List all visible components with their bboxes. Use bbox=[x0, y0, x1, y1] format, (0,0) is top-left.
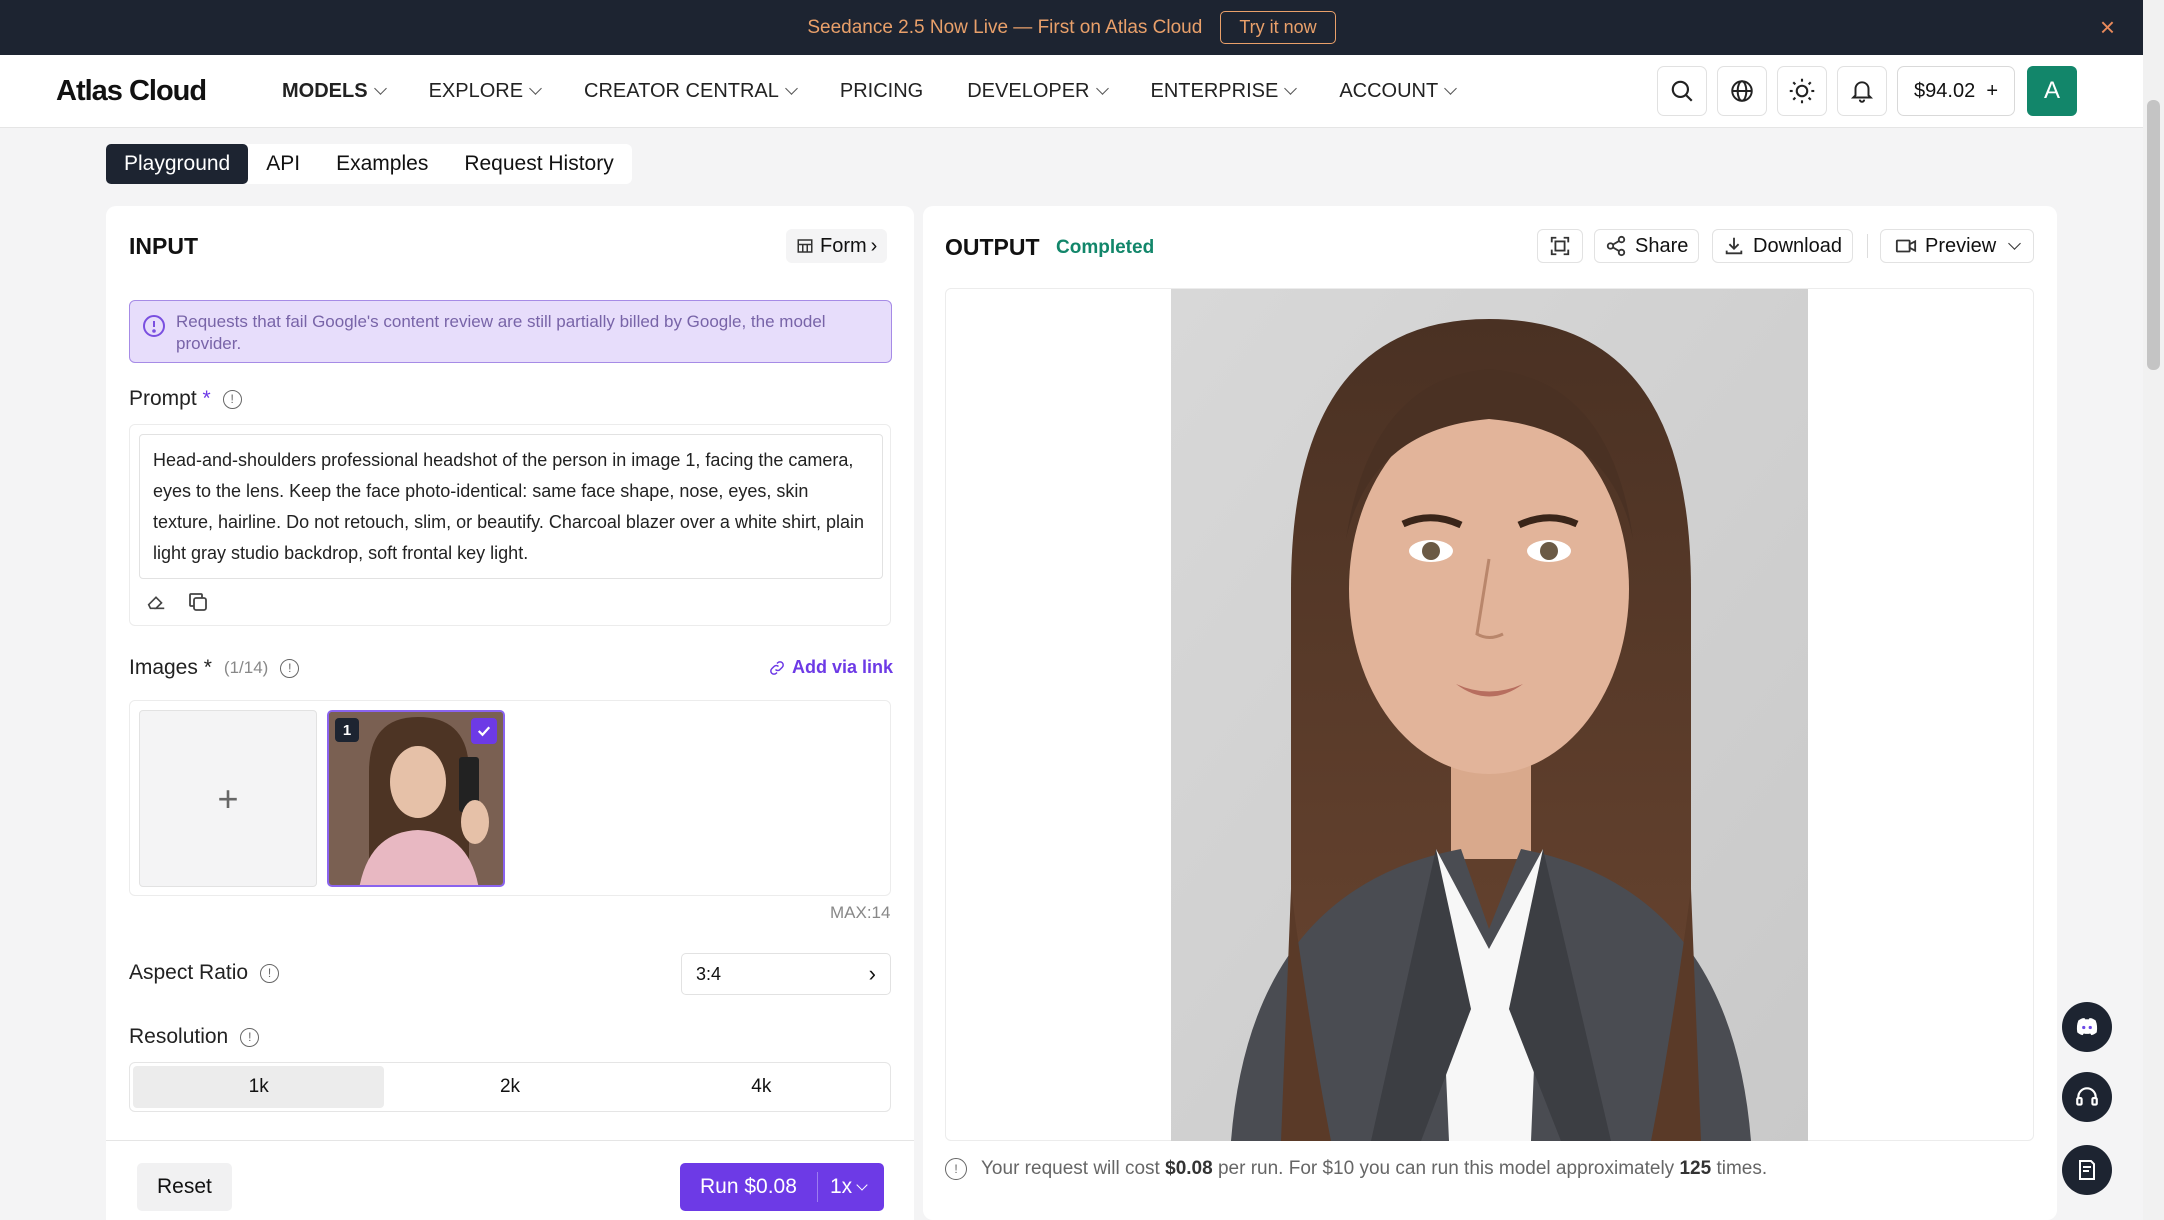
uploaded-image-thumbnail[interactable]: 1 bbox=[327, 710, 505, 887]
cost-info: ! Your request will cost $0.08 per run. … bbox=[945, 1158, 1767, 1180]
headset-icon bbox=[2076, 1087, 2098, 1106]
generated-image[interactable] bbox=[1171, 289, 1808, 1141]
fullscreen-button[interactable] bbox=[1537, 229, 1583, 263]
logo[interactable]: Atlas Cloud bbox=[56, 75, 282, 108]
resolution-option-1k[interactable]: 1k bbox=[133, 1066, 385, 1108]
table-icon bbox=[797, 239, 813, 253]
images-label: Images * (1/14) ! bbox=[129, 656, 300, 680]
toolbar-divider bbox=[1867, 234, 1868, 258]
nav-pricing[interactable]: PRICING bbox=[840, 80, 923, 103]
announcement-banner: Seedance 2.5 Now Live — First on Atlas C… bbox=[0, 0, 2143, 55]
chevron-down-icon bbox=[1095, 82, 1109, 95]
run-button[interactable]: Run $0.08 1x bbox=[680, 1163, 884, 1211]
info-icon[interactable]: ! bbox=[222, 389, 242, 409]
chevron-right-icon: › bbox=[870, 234, 878, 257]
info-icon bbox=[143, 315, 165, 337]
header-tools: $94.02 + A bbox=[1647, 66, 2077, 116]
chevron-down-icon bbox=[1284, 82, 1298, 95]
images-count: (1/14) bbox=[223, 658, 269, 677]
plus-icon: + bbox=[1986, 79, 1998, 102]
download-icon bbox=[1725, 237, 1743, 255]
resolution-label: Resolution ! bbox=[129, 1025, 260, 1049]
view-tabs: Playground API Examples Request History bbox=[106, 144, 632, 184]
video-icon bbox=[1895, 239, 1917, 253]
nav-enterprise[interactable]: ENTERPRISE bbox=[1151, 80, 1298, 103]
info-icon[interactable]: ! bbox=[240, 1027, 260, 1047]
eraser-icon[interactable] bbox=[145, 590, 167, 612]
top-navigation: Atlas Cloud MODELS EXPLORE CREATOR CENTR… bbox=[0, 55, 2143, 128]
try-it-now-button[interactable]: Try it now bbox=[1220, 11, 1336, 44]
discord-icon bbox=[2076, 1018, 2098, 1036]
input-title: INPUT bbox=[129, 233, 198, 259]
max-images-hint: MAX:14 bbox=[830, 903, 891, 922]
prompt-label: Prompt * ! bbox=[129, 387, 242, 411]
output-viewer bbox=[945, 288, 2034, 1141]
discord-button[interactable] bbox=[2062, 1002, 2112, 1052]
aspect-ratio-label: Aspect Ratio ! bbox=[129, 961, 280, 985]
search-icon bbox=[1671, 80, 1693, 102]
run-multiplier-select[interactable]: 1x bbox=[818, 1175, 852, 1199]
status-badge: Completed bbox=[1056, 237, 1155, 258]
tab-request-history[interactable]: Request History bbox=[446, 144, 631, 184]
nav-explore[interactable]: EXPLORE bbox=[429, 80, 542, 103]
prompt-input[interactable]: Head-and-shoulders professional headshot… bbox=[139, 434, 883, 579]
scrollbar-track[interactable] bbox=[2143, 0, 2164, 1220]
add-image-button[interactable]: + bbox=[139, 710, 317, 887]
check-icon bbox=[477, 726, 491, 737]
link-icon bbox=[770, 660, 784, 675]
download-button[interactable]: Download bbox=[1712, 229, 1853, 263]
info-icon: ! bbox=[945, 1158, 967, 1180]
prompt-container: Head-and-shoulders professional headshot… bbox=[129, 424, 891, 626]
chevron-down-icon bbox=[2008, 237, 2022, 250]
chevron-down-icon bbox=[373, 82, 387, 95]
chevron-down-icon bbox=[1444, 82, 1458, 95]
share-button[interactable]: Share bbox=[1594, 229, 1700, 263]
notifications-button[interactable] bbox=[1837, 66, 1888, 116]
copy-icon[interactable] bbox=[186, 590, 210, 614]
resolution-selector: 1k 2k 4k bbox=[129, 1062, 891, 1112]
share-icon bbox=[1606, 235, 1626, 257]
theme-toggle-button[interactable] bbox=[1777, 66, 1828, 116]
main-menu: MODELS EXPLORE CREATOR CENTRAL PRICING D… bbox=[282, 80, 1499, 103]
nav-creator-central[interactable]: CREATOR CENTRAL bbox=[584, 80, 798, 103]
tab-examples[interactable]: Examples bbox=[318, 144, 446, 184]
tab-api[interactable]: API bbox=[248, 144, 318, 184]
chevron-right-icon: › bbox=[868, 961, 876, 986]
resolution-option-4k[interactable]: 4k bbox=[636, 1066, 887, 1108]
add-via-link-button[interactable]: Add via link bbox=[768, 657, 893, 678]
search-button[interactable] bbox=[1657, 66, 1708, 116]
chevron-down-icon bbox=[856, 1179, 868, 1191]
close-banner-icon[interactable]: × bbox=[2100, 12, 2115, 43]
preview-select[interactable]: Preview bbox=[1880, 229, 2035, 263]
nav-account[interactable]: ACCOUNT bbox=[1339, 80, 1458, 103]
info-icon[interactable]: ! bbox=[260, 963, 280, 983]
resolution-option-2k[interactable]: 2k bbox=[384, 1066, 635, 1108]
chevron-down-icon bbox=[785, 82, 798, 95]
nav-developer[interactable]: DEVELOPER bbox=[967, 80, 1109, 103]
images-upload-area: + 1 bbox=[129, 700, 891, 896]
bell-icon bbox=[1850, 81, 1874, 103]
reset-button[interactable]: Reset bbox=[137, 1163, 232, 1211]
image-index-badge: 1 bbox=[335, 718, 359, 742]
selected-checkbox[interactable] bbox=[471, 718, 497, 744]
info-icon[interactable]: ! bbox=[280, 658, 300, 678]
note-icon bbox=[2079, 1160, 2095, 1180]
form-toggle-button[interactable]: Form › bbox=[786, 229, 888, 263]
language-button[interactable] bbox=[1717, 66, 1768, 116]
fullscreen-icon bbox=[1550, 236, 1570, 256]
output-title: OUTPUT bbox=[945, 234, 1040, 260]
billing-notice: Requests that fail Google's content revi… bbox=[129, 300, 892, 363]
banner-text: Seedance 2.5 Now Live — First on Atlas C… bbox=[807, 16, 1203, 38]
balance-button[interactable]: $94.02 + bbox=[1897, 66, 2015, 116]
nav-models[interactable]: MODELS bbox=[282, 80, 387, 103]
avatar[interactable]: A bbox=[2027, 66, 2077, 116]
chevron-down-icon bbox=[529, 82, 542, 95]
support-button[interactable] bbox=[2062, 1072, 2112, 1122]
tab-playground[interactable]: Playground bbox=[106, 144, 249, 184]
globe-icon bbox=[1731, 80, 1753, 102]
sun-icon bbox=[1789, 78, 1815, 104]
aspect-ratio-select[interactable]: 3:4 › bbox=[681, 953, 891, 995]
scrollbar-thumb[interactable] bbox=[2147, 100, 2160, 370]
feedback-button[interactable] bbox=[2062, 1145, 2112, 1195]
